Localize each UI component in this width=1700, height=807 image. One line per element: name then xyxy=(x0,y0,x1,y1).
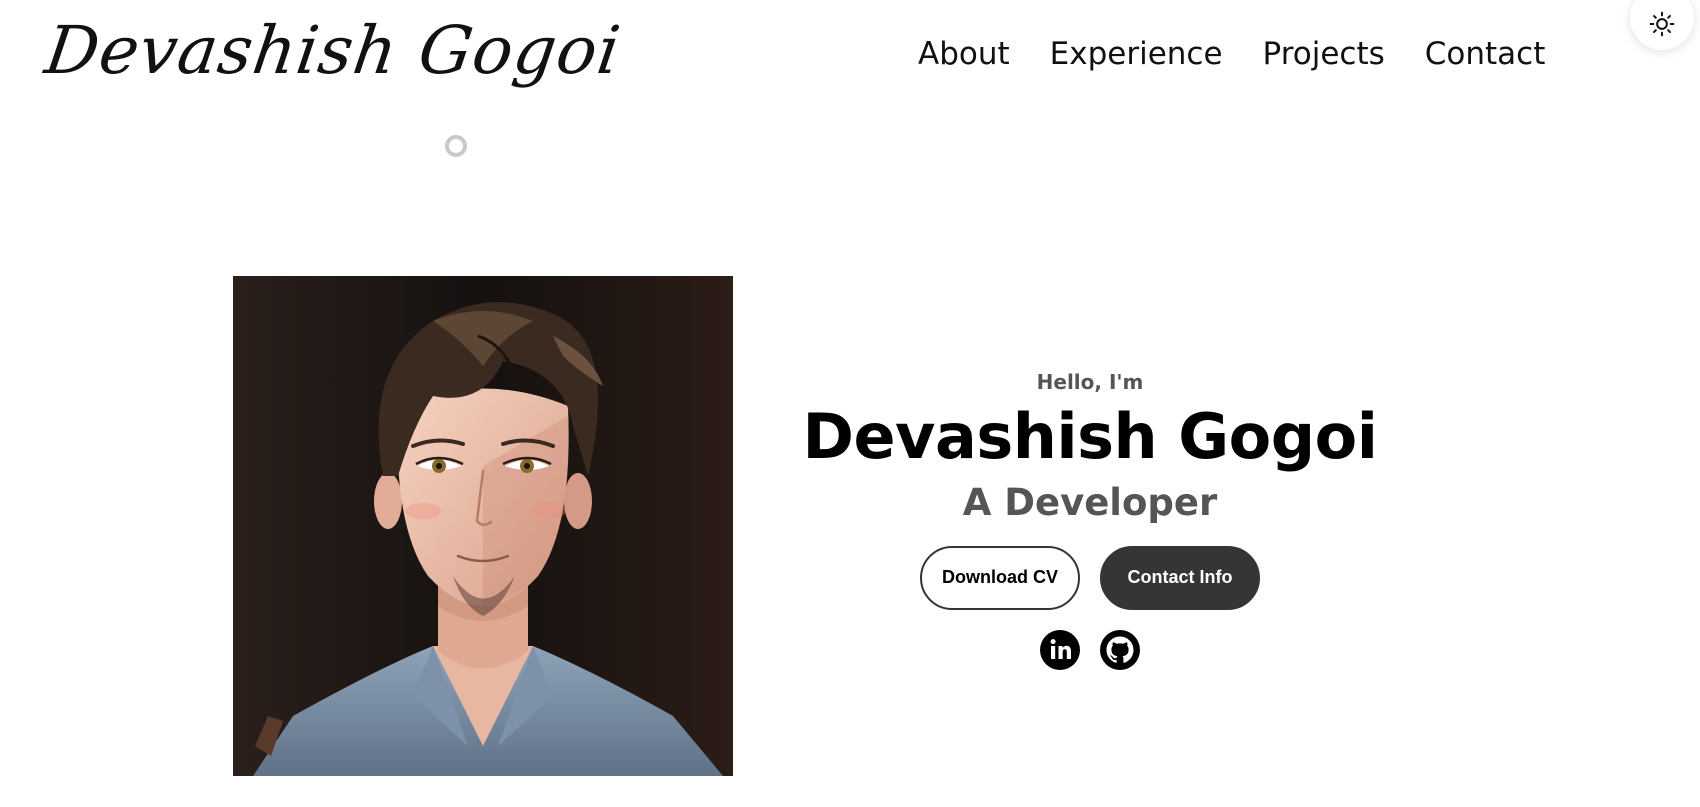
profile-picture xyxy=(233,276,733,776)
theme-toggle-button[interactable] xyxy=(1630,0,1694,50)
loading-indicator xyxy=(445,135,467,157)
hero-buttons: Download CV Contact Info xyxy=(780,545,1400,610)
sun-icon xyxy=(1649,11,1675,37)
nav-link-contact[interactable]: Contact xyxy=(1425,36,1546,72)
site-logo[interactable]: Devashish Gogoi xyxy=(41,12,626,89)
contact-info-button[interactable]: Contact Info xyxy=(1100,545,1260,610)
nav-link-experience[interactable]: Experience xyxy=(1050,36,1223,72)
greeting-text: Hello, I'm xyxy=(1036,370,1144,394)
social-links xyxy=(780,629,1400,670)
github-icon[interactable] xyxy=(1100,629,1140,670)
nav-link-about[interactable]: About xyxy=(918,36,1010,72)
download-cv-button[interactable]: Download CV xyxy=(920,545,1080,610)
main-nav: About Experience Projects Contact xyxy=(918,36,1545,72)
hero-section: Hello, I'm Devashish Gogoi A Developer D… xyxy=(780,365,1400,670)
linkedin-icon[interactable] xyxy=(1040,629,1080,670)
hero-role: A Developer xyxy=(962,481,1218,525)
hero-name: Devashish Gogoi xyxy=(802,400,1378,473)
nav-link-projects[interactable]: Projects xyxy=(1263,36,1385,72)
